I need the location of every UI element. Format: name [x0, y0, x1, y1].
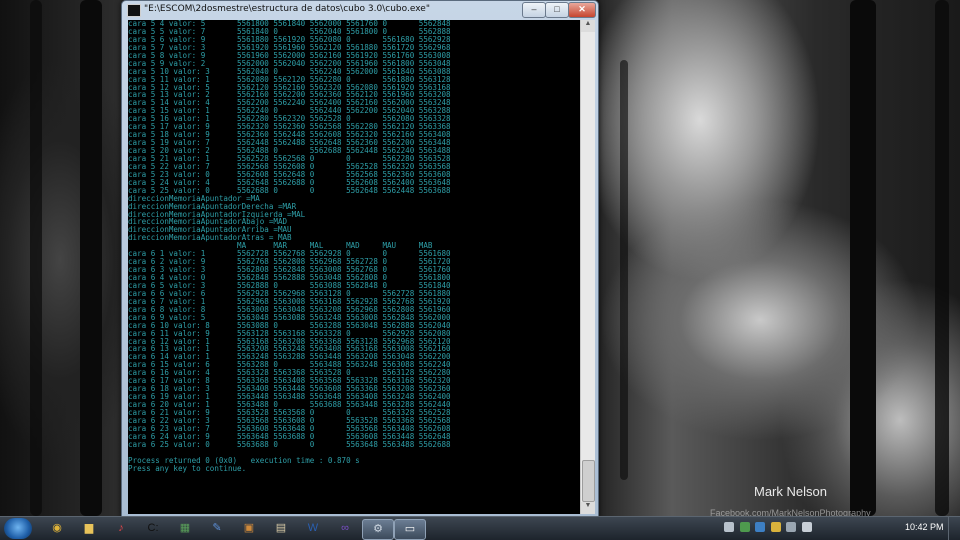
start-button[interactable]: [4, 518, 32, 539]
console-line: cara 6 25 valor: 0 5563688 0 0 5563648 5…: [128, 439, 451, 449]
taskbar-control-panel-icon[interactable]: ▦: [170, 519, 200, 538]
show-desktop-button[interactable]: [948, 517, 960, 540]
scroll-up-arrow-icon[interactable]: ▲: [581, 20, 595, 32]
maximize-button[interactable]: □: [545, 2, 569, 18]
console-output[interactable]: cara 5 4 valor: 5 5561800 5561840 556200…: [128, 20, 580, 514]
taskbar-clock[interactable]: 10:42 PM: [905, 522, 944, 532]
taskbar-chrome-icon[interactable]: ◉: [42, 519, 72, 538]
window-titlebar[interactable]: "E:\ESCOM\2dosmestre\estructura de datos…: [122, 1, 598, 19]
close-button[interactable]: ✕: [568, 2, 596, 18]
taskbar-visual-studio-icon[interactable]: ∞: [330, 519, 360, 538]
tray-flag-icon[interactable]: [724, 521, 734, 532]
taskbar-word-icon[interactable]: W: [298, 519, 328, 538]
taskbar-explorer-icon[interactable]: ▆: [74, 519, 104, 538]
tray-update-icon[interactable]: [755, 521, 766, 532]
scroll-down-arrow-icon[interactable]: ▼: [581, 502, 595, 514]
console-line: Press any key to continue.: [128, 463, 247, 473]
watermark-title: Mark Nelson: [754, 484, 827, 499]
scroll-thumb[interactable]: [582, 460, 595, 502]
console-window[interactable]: "E:\ESCOM\2dosmestre\estructura de datos…: [121, 0, 599, 518]
system-tray[interactable]: [724, 521, 815, 537]
taskbar-cmd-icon[interactable]: C:: [138, 519, 168, 538]
tray-security-icon[interactable]: [739, 521, 750, 532]
minimize-button[interactable]: –: [522, 2, 546, 18]
taskbar-itunes-icon[interactable]: ♪: [106, 519, 136, 538]
tray-network-icon[interactable]: [786, 521, 797, 532]
taskbar: ◉ ▆ ♪ C: ▦ ✎ ▣ ▤ W ∞ ⚙ ▭ 10:42 PM: [0, 516, 960, 540]
taskbar-paint-icon[interactable]: ▣: [234, 519, 264, 538]
console-app-icon[interactable]: [127, 4, 141, 17]
taskbar-notes-icon[interactable]: ▤: [266, 519, 296, 538]
vertical-scrollbar[interactable]: ▲ ▼: [580, 20, 595, 514]
tray-volume-icon[interactable]: [801, 521, 812, 532]
taskbar-console-active-icon[interactable]: ▭: [394, 519, 426, 540]
taskbar-edit-icon[interactable]: ✎: [202, 519, 232, 538]
taskbar-codeblocks-active-icon[interactable]: ⚙: [362, 519, 394, 540]
tray-app-icon[interactable]: [770, 521, 781, 532]
window-title: "E:\ESCOM\2dosmestre\estructura de datos…: [144, 4, 430, 14]
